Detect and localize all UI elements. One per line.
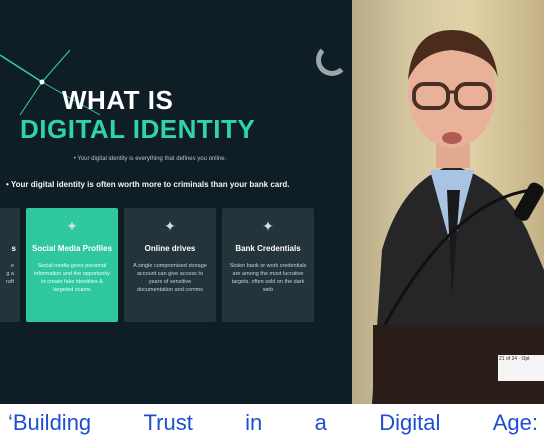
- card-text: Stolen bank or work credentials are amon…: [229, 263, 307, 293]
- card-text: Social media gives personal information …: [34, 263, 110, 293]
- partial-card: s e g a raft: [0, 208, 20, 322]
- caption: ‘Building Trust in a Digital Age:: [8, 410, 538, 436]
- caption-word[interactable]: Digital: [379, 410, 440, 436]
- slide-bold-line: • Your digital identity is often worth m…: [6, 180, 290, 189]
- caption-word[interactable]: a: [315, 410, 327, 436]
- card-title: s: [11, 244, 16, 253]
- card-title: Social Media Profiles: [31, 244, 113, 253]
- card-online-drives: ✦ Online drives A single compromised sto…: [124, 208, 216, 322]
- slide-title-line1: WHAT IS: [62, 85, 174, 115]
- card-title: Bank Credentials: [235, 244, 301, 253]
- card-title: Online drives: [144, 244, 196, 253]
- caption-word[interactable]: Age:: [493, 410, 538, 436]
- caption-word[interactable]: in: [245, 410, 262, 436]
- shield-badge-icon: ✦: [262, 218, 274, 234]
- caption-word[interactable]: ‘Building: [8, 410, 91, 436]
- podium-label: 21 of 24 · Opt: [498, 355, 544, 381]
- card-text: A single compromised storage account can…: [133, 263, 207, 293]
- slide-title-line2: DIGITAL IDENTITY: [20, 114, 256, 144]
- card-text: e g a raft: [6, 263, 14, 285]
- shield-badge-icon: ✦: [164, 218, 176, 234]
- slide-arc-decoration: [316, 44, 348, 76]
- card-social-media-profiles: ✦ Social Media Profiles Social media giv…: [26, 208, 118, 322]
- card-bank-credentials: ✦ Bank Credentials Stolen bank or work c…: [222, 208, 314, 322]
- presentation-slide: WHAT IS DIGITAL IDENTITY • Your digital …: [0, 0, 352, 404]
- slide-subtitle: • Your digital identity is everything th…: [73, 156, 227, 162]
- caption-word[interactable]: Trust: [144, 410, 193, 436]
- conference-photo: WHAT IS DIGITAL IDENTITY • Your digital …: [0, 0, 544, 404]
- shield-badge-icon: ✦: [66, 218, 78, 234]
